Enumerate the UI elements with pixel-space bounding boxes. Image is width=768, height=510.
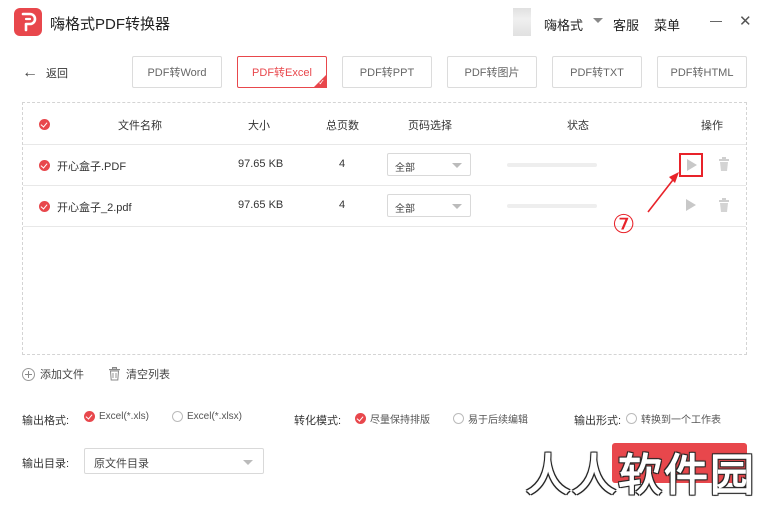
mode-easy-edit-radio[interactable]: 易于后续编辑 xyxy=(453,411,528,426)
format-xlsx-label: Excel(*.xlsx) xyxy=(187,411,243,422)
chevron-down-icon xyxy=(243,460,253,465)
radio-checked-icon xyxy=(84,411,95,422)
trash-icon xyxy=(109,367,120,381)
radio-unchecked-icon xyxy=(453,413,464,424)
radio-checked-icon xyxy=(355,413,366,424)
radio-unchecked-icon xyxy=(172,411,183,422)
output-format-label: 输出格式: xyxy=(22,415,70,427)
form-single-sheet-label: 转换到一个工作表 xyxy=(641,415,721,426)
output-dir-label: 输出目录: xyxy=(22,458,70,470)
add-file-label: 添加文件 xyxy=(40,369,84,381)
form-single-sheet-radio[interactable]: 转换到一个工作表 xyxy=(626,411,721,426)
step-number-annotation: ⑦ xyxy=(612,210,636,240)
mode-keep-layout-radio[interactable]: 尽量保持排版 xyxy=(355,411,430,426)
watermark: 人人软件园 xyxy=(526,450,756,501)
output-dir-value: 原文件目录 xyxy=(94,458,149,470)
format-xlsx-radio[interactable]: Excel(*.xlsx) xyxy=(172,411,242,422)
add-file-button[interactable]: 添加文件 xyxy=(22,366,84,382)
clear-list-button[interactable]: 清空列表 xyxy=(108,366,170,382)
plus-circle-icon xyxy=(22,367,35,381)
convert-mode-label: 转化模式: xyxy=(294,415,342,427)
radio-unchecked-icon xyxy=(626,413,637,424)
format-xls-label: Excel(*.xls) xyxy=(99,411,150,422)
mode-keep-layout-label: 尽量保持排版 xyxy=(370,415,430,426)
clear-list-label: 清空列表 xyxy=(126,369,170,381)
mode-easy-edit-label: 易于后续编辑 xyxy=(468,415,528,426)
format-xls-radio[interactable]: Excel(*.xls) xyxy=(84,411,149,422)
output-dir-dropdown[interactable]: 原文件目录 xyxy=(84,448,264,474)
output-form-label: 输出形式: xyxy=(574,415,622,427)
annotation-arrow xyxy=(647,172,679,213)
